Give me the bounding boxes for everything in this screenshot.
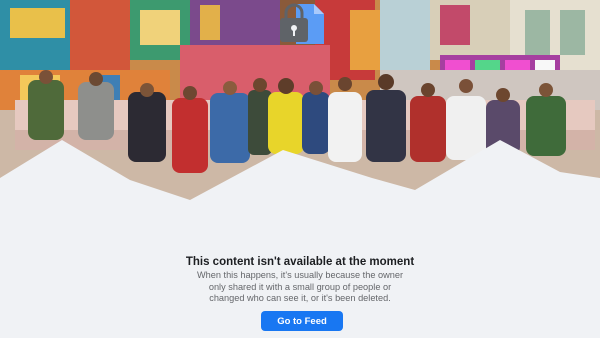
unavailable-title: This content isn't available at the mome… xyxy=(185,256,415,268)
unavailable-description: When this happens, it's usually because … xyxy=(196,270,404,303)
lock-document-icon xyxy=(278,0,326,46)
lock-document-graphic xyxy=(280,3,324,44)
go-to-feed-button[interactable]: Go to Feed xyxy=(261,311,343,331)
